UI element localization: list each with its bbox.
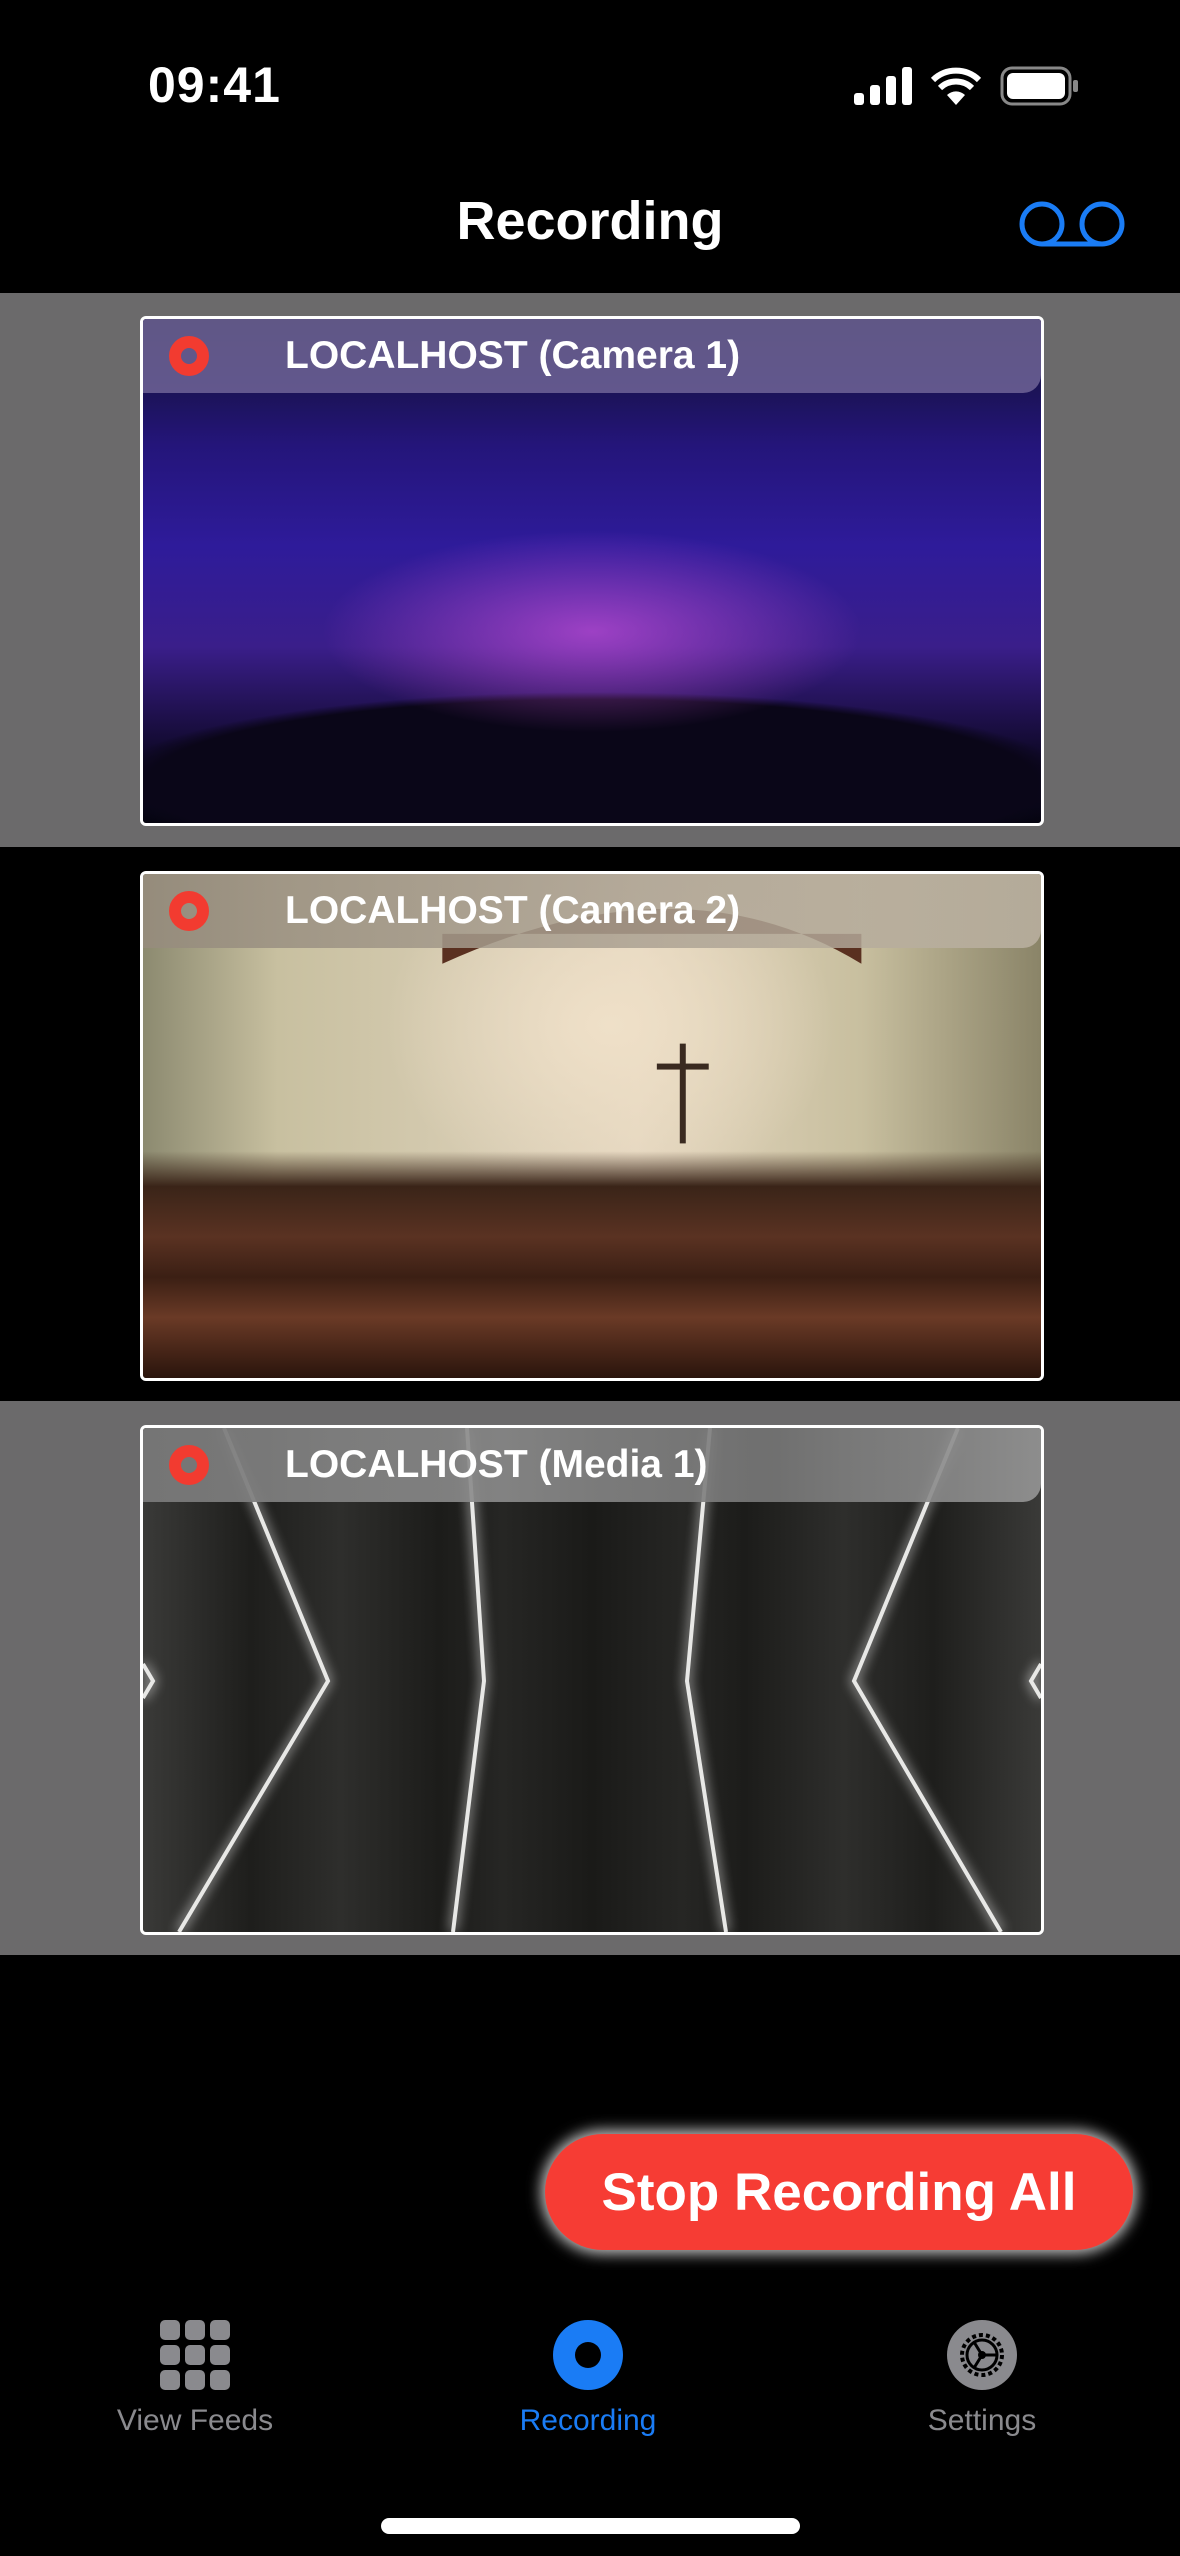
tab-settings[interactable]: Settings — [832, 2320, 1132, 2438]
feed-header: LOCALHOST (Camera 2) — [143, 874, 1041, 948]
stop-recording-all-button[interactable]: Stop Recording All — [545, 2134, 1133, 2250]
chevron-lines-graphic — [143, 1428, 1041, 1932]
tab-label: View Feeds — [116, 2404, 274, 2437]
tab-recording[interactable]: Recording — [438, 2320, 738, 2438]
feed-card-camera-1[interactable]: LOCALHOST (Camera 1) — [140, 316, 1044, 826]
feed-header: LOCALHOST (Media 1) — [143, 1428, 1041, 1502]
wifi-icon — [930, 67, 982, 105]
feed-card-camera-2[interactable]: LOCALHOST (Camera 2) — [140, 871, 1044, 1381]
record-icon[interactable] — [169, 891, 209, 931]
record-icon[interactable] — [169, 1445, 209, 1485]
feed-label: LOCALHOST (Media 1) — [285, 1443, 708, 1486]
cellular-signal-icon — [854, 67, 912, 105]
gear-icon — [947, 2320, 1017, 2390]
page-title: Recording — [456, 191, 724, 251]
feed-card-media-1[interactable]: LOCALHOST (Media 1) — [140, 1425, 1044, 1935]
feed-label: LOCALHOST (Camera 2) — [285, 889, 741, 932]
status-icons — [854, 66, 1080, 106]
status-time: 09:41 — [148, 57, 281, 113]
tab-label: Settings — [927, 2404, 1037, 2437]
record-icon — [553, 2320, 623, 2390]
voicemail-icon[interactable] — [1018, 200, 1126, 253]
crucifix-icon — [442, 908, 862, 1144]
battery-icon — [1000, 66, 1078, 106]
feed-header: LOCALHOST (Camera 1) — [143, 319, 1041, 393]
tab-view-feeds[interactable]: View Feeds — [45, 2320, 345, 2438]
record-icon[interactable] — [169, 336, 209, 376]
video-preview — [143, 319, 1041, 823]
grid-icon — [160, 2320, 230, 2390]
home-indicator[interactable] — [381, 2518, 800, 2534]
feed-label: LOCALHOST (Camera 1) — [285, 334, 741, 377]
tab-label: Recording — [519, 2404, 657, 2437]
